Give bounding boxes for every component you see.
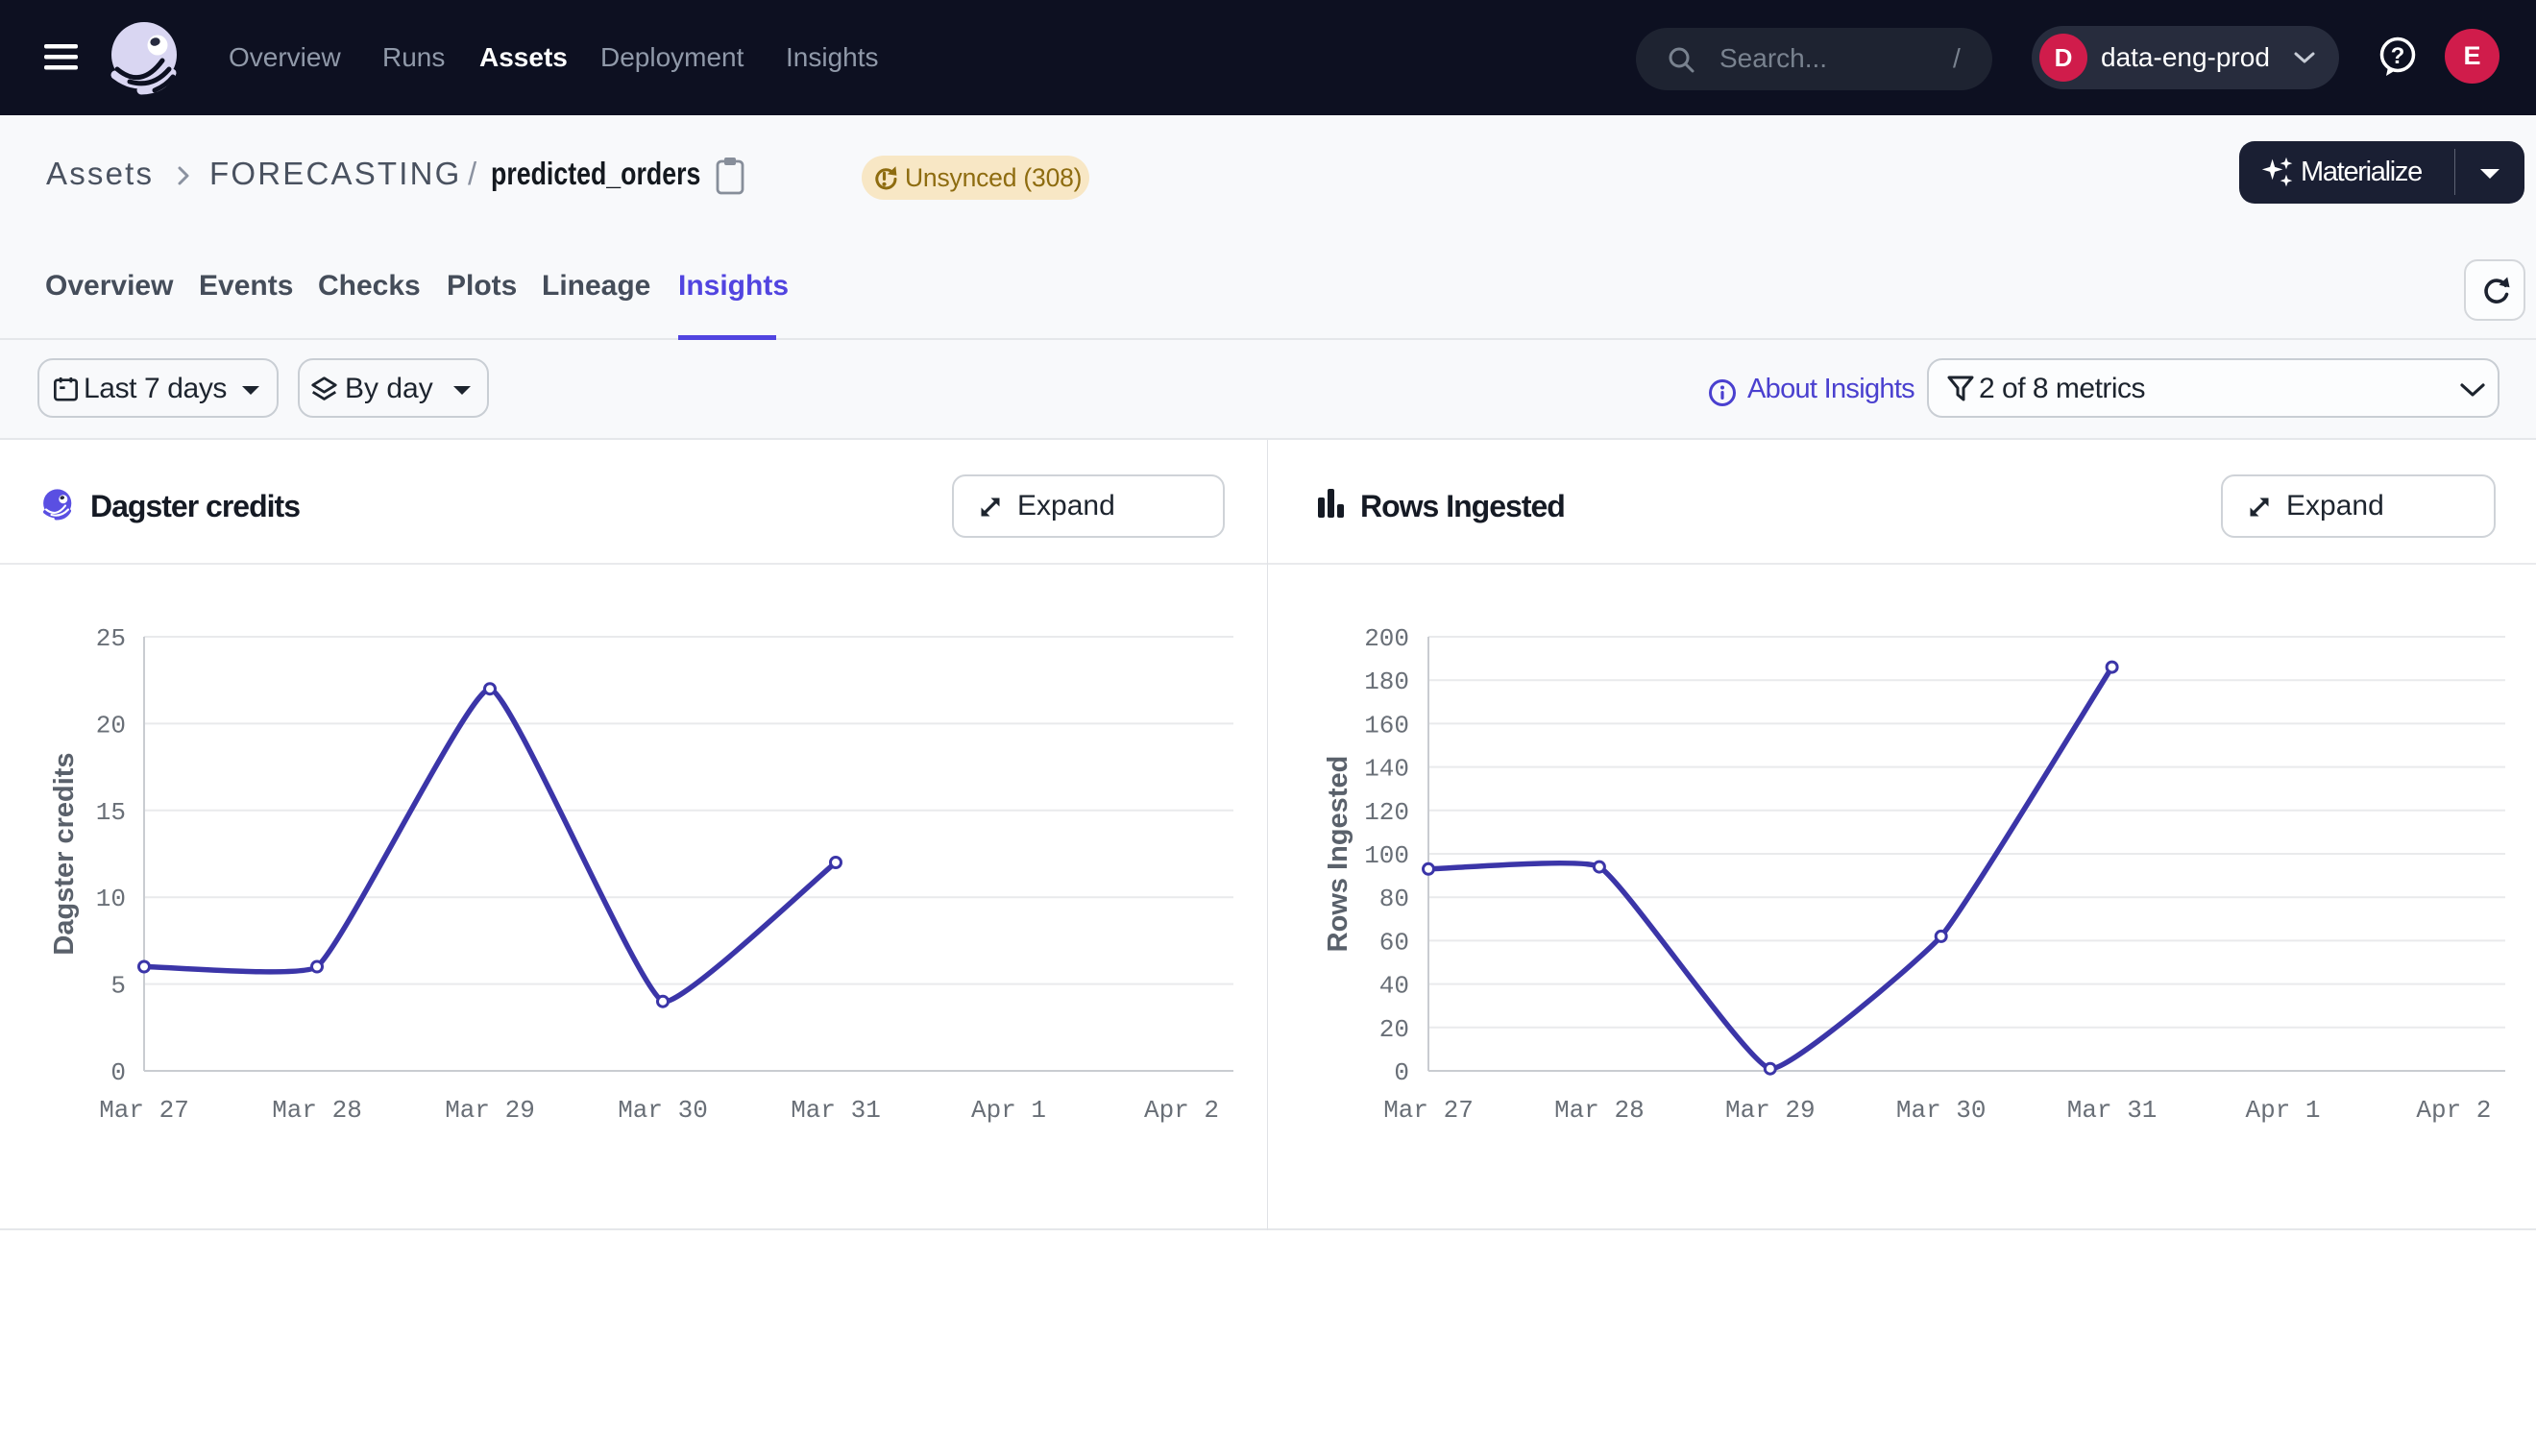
- svg-text:15: 15: [96, 798, 126, 827]
- svg-text:Mar 31: Mar 31: [791, 1096, 881, 1125]
- svg-text:25: 25: [96, 624, 126, 653]
- svg-text:80: 80: [1379, 885, 1409, 913]
- svg-text:Apr 2: Apr 2: [2416, 1096, 2491, 1125]
- svg-text:Mar 30: Mar 30: [618, 1096, 708, 1125]
- svg-text:Mar 28: Mar 28: [1554, 1096, 1645, 1125]
- svg-text:180: 180: [1364, 667, 1409, 696]
- svg-text:200: 200: [1364, 624, 1409, 653]
- svg-text:120: 120: [1364, 798, 1409, 827]
- svg-text:20: 20: [1379, 1015, 1409, 1044]
- svg-text:10: 10: [96, 885, 126, 913]
- svg-text:Mar 31: Mar 31: [2067, 1096, 2158, 1125]
- svg-text:20: 20: [96, 711, 126, 740]
- svg-text:Mar 30: Mar 30: [1896, 1096, 1987, 1125]
- svg-text:100: 100: [1364, 841, 1409, 870]
- svg-text:5: 5: [110, 972, 126, 1001]
- svg-text:0: 0: [1394, 1058, 1409, 1087]
- svg-text:Mar 27: Mar 27: [1383, 1096, 1474, 1125]
- svg-text:0: 0: [110, 1058, 126, 1087]
- svg-text:Apr 1: Apr 1: [971, 1096, 1046, 1125]
- svg-text:60: 60: [1379, 928, 1409, 957]
- svg-text:Mar 29: Mar 29: [445, 1096, 535, 1125]
- svg-text:140: 140: [1364, 755, 1409, 784]
- svg-text:Rows Ingested: Rows Ingested: [1323, 756, 1353, 953]
- svg-text:Mar 28: Mar 28: [272, 1096, 362, 1125]
- svg-text:Apr 2: Apr 2: [1144, 1096, 1219, 1125]
- svg-text:Dagster credits: Dagster credits: [49, 752, 80, 955]
- svg-text:Mar 29: Mar 29: [1725, 1096, 1816, 1125]
- svg-text:Mar 27: Mar 27: [99, 1096, 189, 1125]
- svg-text:160: 160: [1364, 711, 1409, 740]
- svg-text:?: ?: [2391, 43, 2405, 69]
- svg-text:Apr 1: Apr 1: [2245, 1096, 2320, 1125]
- svg-text:40: 40: [1379, 972, 1409, 1001]
